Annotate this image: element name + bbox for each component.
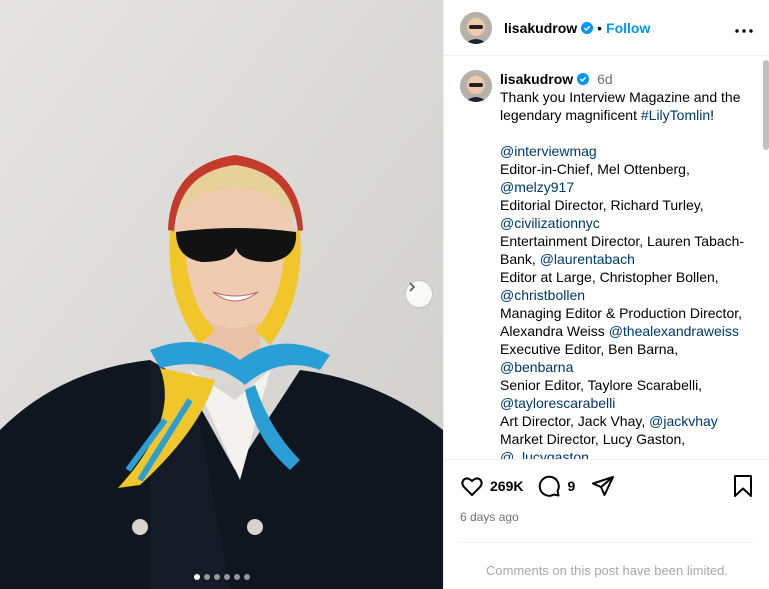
caption-scrollbar[interactable] — [763, 60, 769, 150]
post-details-pane: lisakudrow • Follow lisakudrow 6d Thank … — [443, 0, 769, 589]
carousel-dot — [233, 574, 240, 580]
share-icon — [592, 476, 615, 496]
mention-link[interactable]: @benbarna — [500, 359, 573, 375]
post-image[interactable] — [0, 0, 443, 589]
like-button[interactable]: 269K — [460, 474, 523, 498]
carousel-dot — [203, 574, 210, 580]
more-icon — [735, 29, 753, 33]
verified-badge-icon — [581, 21, 594, 34]
comments-limited-notice: Comments on this post have been limited. — [460, 542, 754, 578]
credit-line: Market Director, Lucy Gaston, — [500, 430, 746, 448]
comment-button[interactable]: 9 — [537, 474, 575, 498]
mention-link[interactable]: @jackvhay — [649, 413, 718, 429]
credit-mention-link[interactable]: @taylorescarabelli — [500, 394, 746, 412]
credit-text: Senior Editor, Taylore Scarabelli, — [500, 377, 703, 393]
bookmark-icon — [734, 475, 752, 497]
credit-text: Art Director, Jack Vhay, — [500, 413, 650, 429]
mention-link[interactable]: @christbollen — [500, 287, 585, 303]
hashtag-link[interactable]: #LilyTomlin — [641, 107, 710, 123]
mention-link[interactable]: @melzy917 — [500, 179, 574, 195]
chevron-right-icon — [409, 282, 416, 292]
caption-username[interactable]: lisakudrow — [500, 70, 573, 88]
credit-line: Editorial Director, Richard Turley, — [500, 196, 746, 214]
header-username[interactable]: lisakudrow — [504, 20, 577, 36]
caption-area: lisakudrow 6d Thank you Interview Magazi… — [444, 56, 762, 459]
credit-line: Editor-in-Chief, Mel Ottenberg, — [500, 160, 746, 178]
post-actions: 269K 9 6 days ago — [444, 459, 769, 524]
avatar[interactable] — [460, 11, 492, 44]
credit-mention-link[interactable]: @christbollen — [500, 286, 746, 304]
photo-illustration — [0, 0, 443, 589]
post-date[interactable]: 6 days ago — [460, 510, 754, 524]
share-button[interactable] — [591, 474, 615, 498]
credit-text: Editor-in-Chief, Mel Ottenberg, — [500, 161, 690, 177]
separator-dot: • — [597, 19, 603, 36]
mention-link[interactable]: @_lucygaston — [500, 449, 589, 459]
credit-text: Executive Editor, Ben Barna, — [500, 341, 679, 357]
carousel-next-button[interactable] — [406, 281, 432, 307]
credit-line: Entertainment Director, Lauren Tabach-Ba… — [500, 232, 746, 268]
avatar-image — [460, 70, 492, 102]
post-time[interactable]: 6d — [597, 70, 613, 88]
caption-credits: @interviewmag Editor-in-Chief, Mel Ottenb… — [500, 142, 746, 459]
credit-line: Art Director, Jack Vhay, @jackvhay — [500, 412, 746, 430]
caption-text: lisakudrow 6d Thank you Interview Magazi… — [500, 70, 746, 459]
credit-text: Market Director, Lucy Gaston, — [500, 431, 686, 447]
carousel-dot — [223, 574, 230, 580]
credit-line: Senior Editor, Taylore Scarabelli, — [500, 376, 746, 394]
credit-line: Executive Editor, Ben Barna, @benbarna — [500, 340, 746, 376]
mention-link[interactable]: @taylorescarabelli — [500, 395, 615, 411]
caption-avatar[interactable] — [460, 70, 492, 102]
credit-mention-link[interactable]: @interviewmag — [500, 142, 746, 160]
credit-text: Editor at Large, Christopher Bollen, — [500, 269, 719, 285]
carousel-indicators — [0, 574, 443, 580]
comment-count: 9 — [567, 478, 576, 494]
credit-mention-link[interactable]: @melzy917 — [500, 178, 746, 196]
carousel-dot — [213, 574, 220, 580]
more-options-button[interactable] — [735, 17, 753, 38]
save-button[interactable] — [732, 474, 754, 498]
comment-icon — [539, 475, 561, 497]
mention-link[interactable]: @interviewmag — [500, 143, 597, 159]
credit-mention-link[interactable]: @_lucygaston — [500, 448, 746, 459]
verified-badge-icon — [577, 73, 590, 85]
caption-intro: Thank you Interview Magazine and the leg… — [500, 88, 746, 124]
mention-link[interactable]: @thealexandraweiss — [609, 323, 739, 339]
credit-line: Editor at Large, Christopher Bollen, — [500, 268, 746, 286]
avatar-image — [460, 11, 492, 44]
like-count: 269K — [490, 478, 524, 494]
carousel-dot — [193, 574, 200, 580]
credit-text: Editorial Director, Richard Turley, — [500, 197, 704, 213]
carousel-dot — [243, 574, 250, 580]
follow-button[interactable]: Follow — [606, 20, 650, 36]
caption-intro-end: ! — [710, 107, 715, 123]
post-dialog: lisakudrow • Follow lisakudrow 6d Thank … — [0, 0, 769, 589]
heart-icon — [461, 477, 483, 496]
mention-link[interactable]: @laurentabach — [540, 251, 635, 267]
credit-mention-link[interactable]: @civilizationnyc — [500, 214, 746, 232]
mention-link[interactable]: @civilizationnyc — [500, 215, 600, 231]
credit-line: Managing Editor & Production Director, A… — [500, 304, 746, 340]
post-header: lisakudrow • Follow — [444, 0, 769, 56]
